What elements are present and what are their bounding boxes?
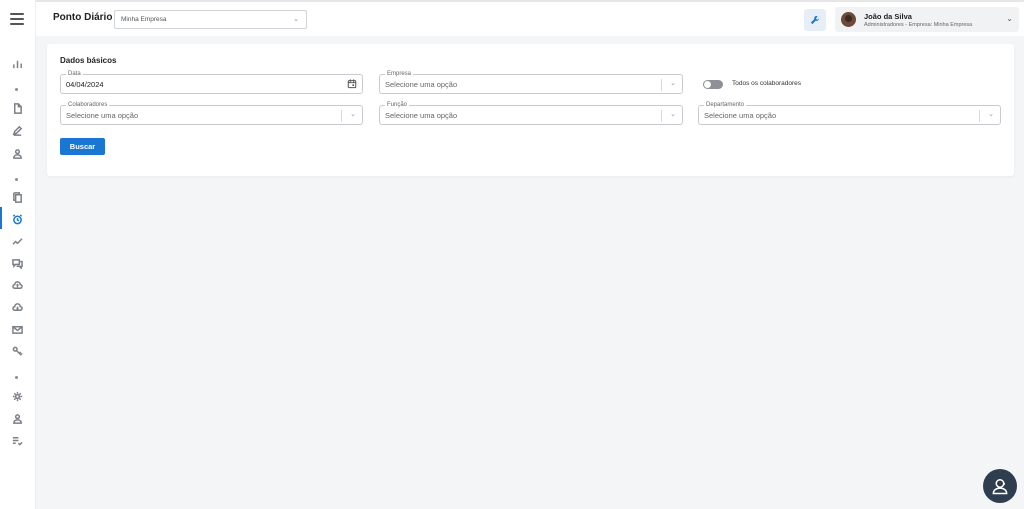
empresa-placeholder: Selecione uma opção	[385, 80, 458, 89]
page-title: Ponto Diário	[53, 12, 113, 23]
document-icon[interactable]	[9, 100, 25, 116]
cloud-download-icon[interactable]	[9, 299, 25, 315]
divider	[661, 79, 662, 91]
empresa-select[interactable]: Empresa Selecione uma opção ⌄	[379, 70, 683, 94]
company-select[interactable]: Minha Empresa ⌄	[114, 10, 307, 29]
date-label: Data	[66, 70, 83, 78]
settings-icon[interactable]	[9, 388, 25, 404]
key-icon[interactable]	[9, 343, 25, 359]
divider	[661, 110, 662, 122]
user-icon[interactable]	[9, 145, 25, 161]
alarm-clock-icon[interactable]	[9, 211, 25, 227]
chevron-down-icon: ⌄	[988, 111, 994, 118]
user-icon[interactable]	[9, 410, 25, 426]
all-employees-toggle[interactable]	[703, 80, 723, 89]
pen-icon[interactable]	[9, 122, 25, 138]
date-field[interactable]: Data 04/04/2024	[60, 70, 363, 94]
cloud-upload-icon[interactable]	[9, 277, 25, 293]
copy-icon[interactable]	[9, 189, 25, 205]
departamento-select[interactable]: Departamento Selecione uma opção ⌄	[698, 101, 1001, 125]
chart-icon[interactable]	[9, 55, 25, 71]
chevron-down-icon: ⌄	[670, 111, 676, 118]
chevron-down-icon: ⌄	[350, 111, 356, 118]
chat-icon[interactable]	[9, 255, 25, 271]
empresa-label: Empresa	[385, 70, 414, 78]
tools-button[interactable]	[804, 9, 826, 31]
mail-icon[interactable]	[9, 321, 25, 337]
user-role: Administradores - Empresa: Minha Empresa	[864, 22, 973, 28]
section-dot	[15, 88, 18, 91]
departamento-placeholder: Selecione uma opção	[704, 111, 777, 120]
list-check-icon[interactable]	[9, 432, 25, 448]
sidebar	[0, 0, 36, 509]
divider	[979, 110, 980, 122]
trend-icon[interactable]	[9, 233, 25, 249]
search-button[interactable]: Buscar	[60, 138, 105, 155]
date-value: 04/04/2024	[66, 80, 104, 89]
section-dot	[15, 178, 18, 181]
user-name: João da Silva	[864, 12, 912, 21]
section-title: Dados básicos	[60, 56, 117, 65]
chevron-down-icon: ⌄	[1006, 14, 1013, 23]
chevron-down-icon: ⌄	[670, 80, 676, 87]
support-chat-button[interactable]	[983, 469, 1017, 503]
wrench-icon	[810, 15, 820, 25]
chevron-down-icon: ⌄	[293, 16, 299, 23]
departamento-label: Departamento	[704, 101, 747, 109]
colaboradores-placeholder: Selecione uma opção	[66, 111, 139, 120]
top-bar: Ponto Diário Minha Empresa ⌄ João da Sil…	[36, 0, 1024, 36]
avatar	[841, 12, 856, 27]
support-agent-icon	[992, 479, 1008, 495]
colaboradores-label: Colaboradores	[66, 101, 110, 109]
calendar-icon[interactable]	[347, 78, 357, 89]
filter-card: Dados básicos Data 04/04/2024 Empresa Se…	[47, 44, 1014, 176]
funcao-placeholder: Selecione uma opção	[385, 111, 458, 120]
toggle-knob	[704, 81, 711, 88]
divider	[341, 110, 342, 122]
all-employees-label: Todos os colaboradores	[732, 80, 802, 87]
section-dot	[15, 376, 18, 379]
menu-icon[interactable]	[10, 13, 24, 25]
active-indicator	[0, 207, 2, 229]
user-menu[interactable]: João da Silva Administradores - Empresa:…	[835, 7, 1019, 32]
funcao-select[interactable]: Função Selecione uma opção ⌄	[379, 101, 683, 125]
colaboradores-select[interactable]: Colaboradores Selecione uma opção ⌄	[60, 101, 363, 125]
funcao-label: Função	[385, 101, 410, 109]
company-select-value: Minha Empresa	[121, 16, 167, 23]
